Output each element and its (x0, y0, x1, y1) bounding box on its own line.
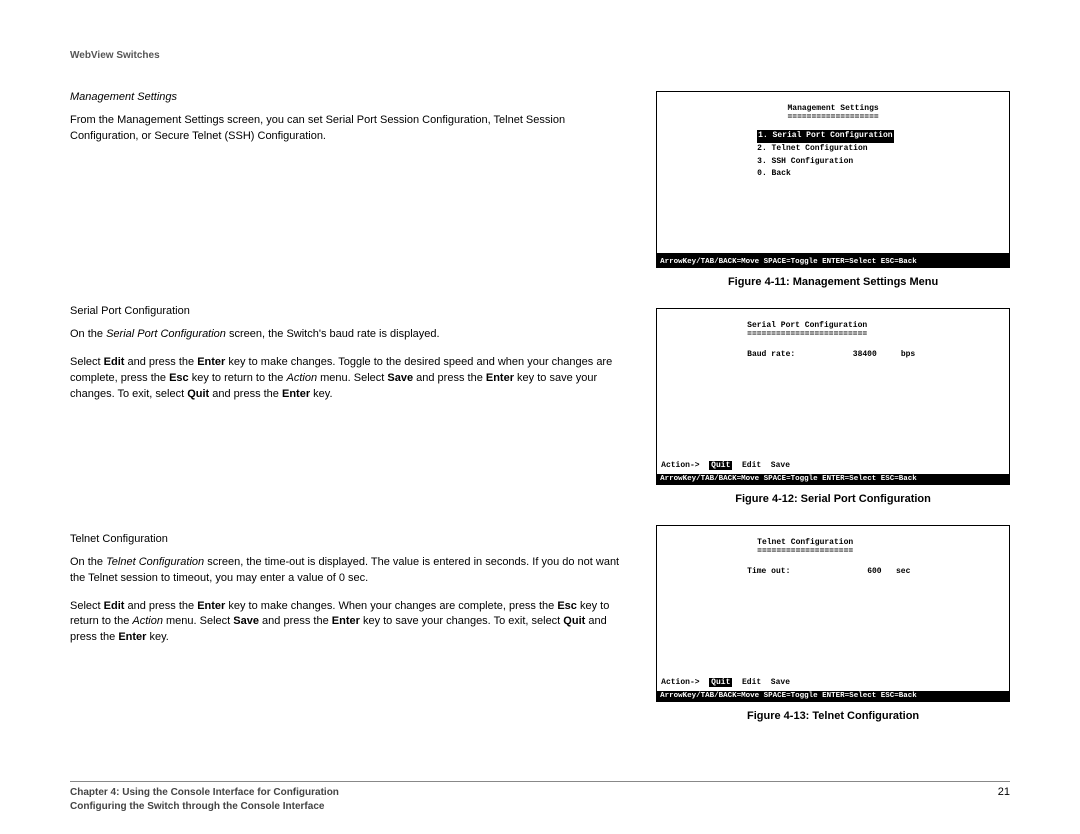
running-header: WebView Switches (70, 50, 1010, 61)
serial-p2: Select Edit and press the Enter key to m… (70, 355, 636, 403)
console-helpbar: ArrowKey/TAB/BACK=Move SPACE=Toggle ENTE… (657, 257, 1009, 267)
page-number: 21 (998, 786, 1010, 798)
menu-item-telnet: 2. Telnet Configuration (757, 143, 999, 156)
console-telnet: Telnet Configuration ===================… (656, 525, 1010, 702)
figure-4-12: Serial Port Configuration ==============… (656, 308, 1010, 505)
footer-section: Configuring the Switch through the Conso… (70, 800, 339, 814)
right-column: Management Settings =================== … (656, 91, 1010, 742)
console-action-row: Action-> Quit Edit Save (661, 461, 790, 470)
telnet-p1: On the Telnet Configuration screen, the … (70, 555, 636, 587)
figure-4-11: Management Settings =================== … (656, 91, 1010, 288)
console-serial: Serial Port Configuration ==============… (656, 308, 1010, 485)
console-helpbar: ArrowKey/TAB/BACK=Move SPACE=Toggle ENTE… (657, 691, 1009, 701)
page-footer: Chapter 4: Using the Console Interface f… (70, 781, 1010, 814)
telnet-heading: Telnet Configuration (70, 533, 636, 545)
figure-4-13: Telnet Configuration ===================… (656, 525, 1010, 722)
mgmt-heading: Management Settings (70, 91, 636, 103)
menu-item-back: 0. Back (757, 168, 999, 181)
footer-chapter: Chapter 4: Using the Console Interface f… (70, 786, 339, 800)
console-helpbar: ArrowKey/TAB/BACK=Move SPACE=Toggle ENTE… (657, 474, 1009, 484)
serial-heading: Serial Port Configuration (70, 305, 636, 317)
fig13-caption: Figure 4-13: Telnet Configuration (656, 710, 1010, 722)
menu-item-ssh: 3. SSH Configuration (757, 156, 999, 169)
left-column: Management Settings From the Management … (70, 91, 636, 742)
telnet-p2: Select Edit and press the Enter key to m… (70, 599, 636, 647)
console-mgmt: Management Settings =================== … (656, 91, 1010, 268)
fig12-caption: Figure 4-12: Serial Port Configuration (656, 493, 1010, 505)
menu-item-serial: 1. Serial Port Configuration (757, 130, 893, 143)
mgmt-intro: From the Management Settings screen, you… (70, 113, 636, 145)
serial-p1: On the Serial Port Configuration screen,… (70, 327, 636, 343)
console-action-row: Action-> Quit Edit Save (661, 678, 790, 687)
fig11-caption: Figure 4-11: Management Settings Menu (656, 276, 1010, 288)
